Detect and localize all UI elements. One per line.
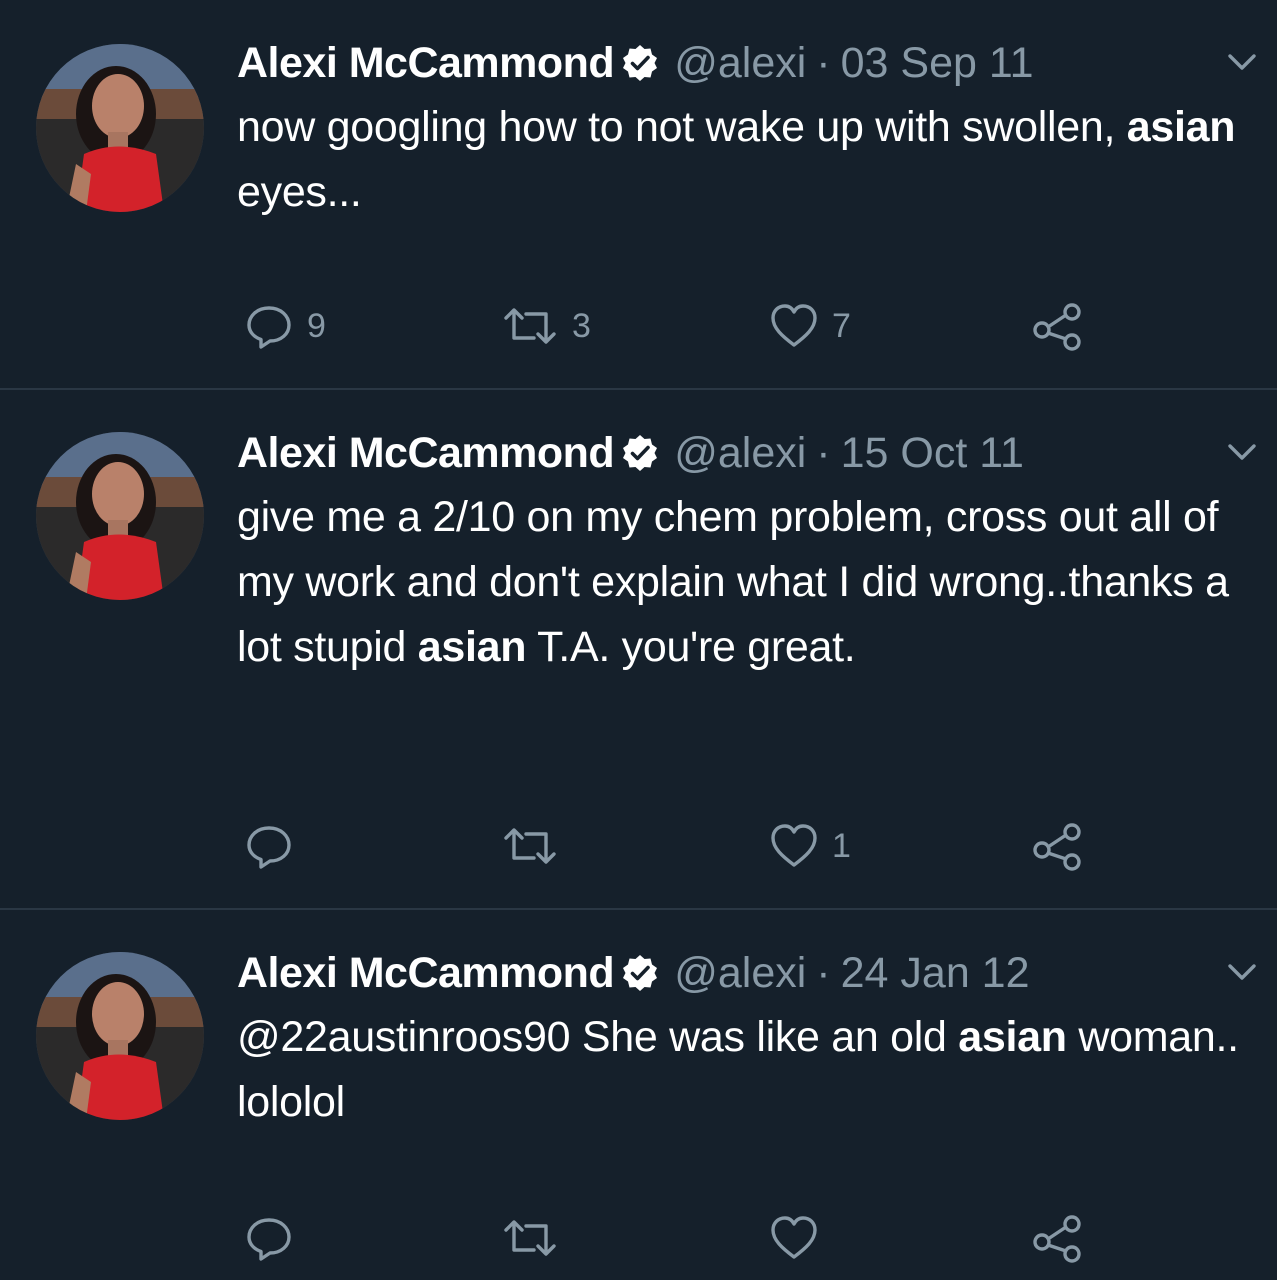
verified-badge-icon	[620, 433, 660, 484]
retweet-count: 3	[572, 306, 591, 345]
reply-button[interactable]: 9	[243, 300, 326, 352]
tweet-1[interactable]: Alexi McCammond @alexi · 03 Sep 11 now goog…	[0, 0, 1277, 388]
tweet-actions: 9 3 7	[0, 300, 1277, 360]
retweet-button[interactable]: 3	[500, 300, 591, 352]
reply-icon	[247, 1218, 291, 1261]
tweet-text: now googling how to not wake up with swo…	[237, 95, 1267, 225]
tweet-text-part: @22austinroos90 She was like an old	[237, 1013, 959, 1061]
heart-icon	[771, 304, 817, 347]
share-icon	[1033, 1215, 1081, 1263]
retweet-icon	[504, 308, 556, 344]
author-handle[interactable]: @alexi	[674, 949, 806, 997]
heart-icon	[771, 824, 817, 867]
tweet-text-bold: asian	[417, 623, 527, 671]
share-button[interactable]	[1030, 1212, 1086, 1264]
chevron-down-icon[interactable]	[1222, 48, 1262, 83]
separator: ·	[816, 39, 831, 87]
author-name[interactable]: Alexi McCammond	[237, 39, 615, 87]
author-handle[interactable]: @alexi	[674, 39, 806, 87]
verified-badge-icon	[620, 43, 660, 94]
tweet-text-part: now googling how to not wake up with swo…	[237, 103, 1127, 151]
tweet-header: Alexi McCammond @alexi · 03 Sep 11	[237, 38, 1034, 94]
share-icon	[1033, 823, 1081, 871]
tweet-header: Alexi McCammond @alexi · 15 Oct 11	[237, 428, 1024, 484]
reply-count: 9	[307, 306, 326, 345]
retweet-button[interactable]	[500, 820, 572, 872]
tweet-text-bold: asian	[958, 1013, 1067, 1061]
retweet-icon	[504, 1220, 556, 1256]
chevron-down-icon[interactable]	[1222, 958, 1262, 993]
share-button[interactable]	[1030, 820, 1086, 872]
like-count: 1	[832, 826, 851, 865]
tweet-text-bold: asian	[1126, 103, 1236, 151]
heart-icon	[771, 1216, 817, 1259]
tweet-2[interactable]: Alexi McCammond @alexi · 15 Oct 11 give me …	[0, 390, 1277, 908]
separator: ·	[816, 949, 831, 997]
tweet-text-part: eyes...	[237, 168, 362, 216]
reply-icon	[247, 826, 291, 869]
author-name[interactable]: Alexi McCammond	[237, 949, 615, 997]
separator: ·	[816, 429, 831, 477]
avatar[interactable]	[36, 952, 204, 1120]
tweet-date[interactable]: 03 Sep 11	[841, 39, 1034, 87]
tweet-text-part: T.A. you're great.	[526, 623, 856, 671]
tweet-text: give me a 2/10 on my chem problem, cross…	[237, 485, 1267, 680]
tweet-text: @22austinroos90 She was like an old asia…	[237, 1005, 1267, 1135]
share-icon	[1033, 303, 1081, 351]
reply-button[interactable]	[243, 820, 307, 872]
avatar[interactable]	[36, 44, 204, 212]
avatar[interactable]	[36, 432, 204, 600]
reply-button[interactable]	[243, 1212, 307, 1264]
retweet-button[interactable]	[500, 1212, 572, 1264]
verified-badge-icon	[620, 953, 660, 1004]
tweet-date[interactable]: 24 Jan 12	[841, 949, 1030, 997]
tweet-header: Alexi McCammond @alexi · 24 Jan 12	[237, 948, 1030, 1004]
timeline-feed: Alexi McCammond @alexi · 03 Sep 11 now goog…	[0, 0, 1277, 1280]
like-button[interactable]: 7	[768, 300, 851, 352]
retweet-icon	[504, 828, 556, 864]
chevron-down-icon[interactable]	[1222, 438, 1262, 473]
author-handle[interactable]: @alexi	[674, 429, 806, 477]
tweet-actions	[0, 1212, 1277, 1272]
author-name[interactable]: Alexi McCammond	[237, 429, 615, 477]
share-button[interactable]	[1030, 300, 1086, 352]
tweet-date[interactable]: 15 Oct 11	[841, 429, 1024, 477]
reply-icon	[247, 306, 291, 349]
like-button[interactable]: 1	[768, 820, 851, 872]
like-count: 7	[832, 306, 851, 345]
like-button[interactable]	[768, 1212, 832, 1264]
tweet-3[interactable]: Alexi McCammond @alexi · 24 Jan 12 @22austi…	[0, 910, 1277, 1280]
tweet-actions: 1	[0, 820, 1277, 880]
